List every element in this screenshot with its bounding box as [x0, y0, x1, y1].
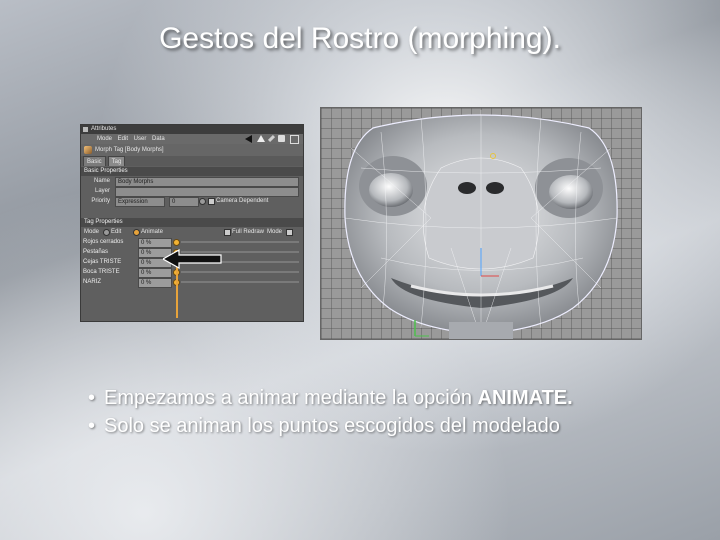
- wrench-icon[interactable]: [267, 134, 276, 143]
- object-label: Morph Tag [Body Morphs]: [95, 147, 164, 153]
- keyframe-dot-icon[interactable]: [173, 239, 180, 246]
- morph-slider-label: Boca TRISTE: [83, 269, 120, 275]
- attributes-menu[interactable]: Mode Edit User Data: [97, 136, 165, 142]
- morph-slider-label: Cejas TRISTE: [83, 259, 122, 265]
- 3d-viewport[interactable]: [320, 107, 642, 340]
- mode2-checkbox[interactable]: [286, 229, 293, 236]
- tab-tag[interactable]: Tag: [107, 156, 126, 166]
- layer-row: Layer: [81, 186, 303, 197]
- bullet-item-1: • Empezamos a animar mediante la opción …: [88, 384, 620, 412]
- morph-slider-track[interactable]: [181, 241, 299, 243]
- bullet-1-text: Empezamos a animar mediante la opción: [104, 387, 478, 409]
- menu-tools: [245, 134, 299, 144]
- tab-row: Basic Tag: [81, 156, 303, 166]
- morph-slider-track[interactable]: [181, 271, 299, 273]
- bullet-list: • Empezamos a animar mediante la opción …: [88, 384, 620, 440]
- mode-animate-label: Animate: [141, 229, 164, 235]
- name-label: Name: [93, 178, 110, 184]
- attributes-titlebar: Attributes: [81, 125, 303, 134]
- back-arrow-icon[interactable]: [245, 135, 252, 143]
- morph-slider-value[interactable]: 0 %: [138, 278, 172, 288]
- basic-properties-header: Basic Properties: [81, 167, 303, 176]
- morph-slider-label: NARIZ: [83, 279, 101, 285]
- mode-animate-radio[interactable]: [133, 229, 140, 236]
- full-redraw-checkbox[interactable]: [224, 229, 231, 236]
- tag-properties-header: Tag Properties: [81, 218, 303, 227]
- camera-dependent-label: Camera Dependent: [216, 198, 269, 204]
- new-panel-icon[interactable]: [290, 135, 299, 144]
- mode-label: Mode: [84, 229, 100, 235]
- slide-title: Gestos del Rostro (morphing).: [159, 22, 561, 55]
- camera-dependent-checkbox[interactable]: [208, 198, 215, 205]
- attributes-panel: Attributes Mode Edit User Data Morph Tag…: [80, 124, 304, 322]
- priority-stepper-icon[interactable]: [199, 198, 206, 205]
- priority-number[interactable]: 0: [169, 197, 199, 207]
- bullet-1-strong: ANIMATE.: [477, 387, 573, 409]
- morph-slider-row: NARIZ 0 %: [81, 277, 303, 288]
- up-arrow-icon[interactable]: [257, 135, 265, 142]
- morph-head-model: [344, 110, 618, 339]
- morph-slider-track[interactable]: [181, 281, 299, 283]
- bullet-item-2: • Solo se animan los puntos escogidos de…: [88, 412, 620, 440]
- attributes-menubar: Mode Edit User Data: [81, 134, 303, 144]
- morph-slider-label: Rojos cerrados: [83, 239, 124, 245]
- bullet-dot-icon: •: [88, 387, 96, 409]
- pointer-arrow-icon: [163, 249, 222, 269]
- mode-row: Mode Edit Animate Full Redraw Mode: [81, 227, 303, 237]
- lock-icon[interactable]: [278, 135, 285, 142]
- priority-row: Priority Expression 0 Camera Dependent: [81, 196, 303, 207]
- attributes-title: Attributes: [91, 126, 117, 132]
- mode-edit-label: Edit: [111, 229, 122, 235]
- morph-tag-icon: [84, 146, 92, 154]
- bullet-2-text: Solo se animan los puntos escogidos del …: [104, 415, 560, 437]
- animate-indicator-line: [176, 262, 178, 318]
- mode-edit-radio[interactable]: [103, 229, 110, 236]
- mode2-label: Mode: [267, 229, 283, 235]
- morph-slider-label: Pestañas: [83, 249, 109, 255]
- full-redraw-label: Full Redraw: [232, 229, 265, 235]
- bullet-dot-icon: •: [88, 415, 96, 437]
- tab-basic[interactable]: Basic: [83, 156, 106, 166]
- morph-slider-row: Rojos cerrados 0 %: [81, 237, 303, 248]
- layer-label: Layer: [94, 188, 110, 194]
- priority-dropdown[interactable]: Expression: [115, 197, 165, 207]
- window-menu-icon[interactable]: [83, 127, 88, 132]
- name-row: Name Body Morphs: [81, 176, 303, 187]
- object-row: Morph Tag [Body Morphs]: [81, 144, 303, 156]
- priority-label: Priority: [91, 198, 110, 204]
